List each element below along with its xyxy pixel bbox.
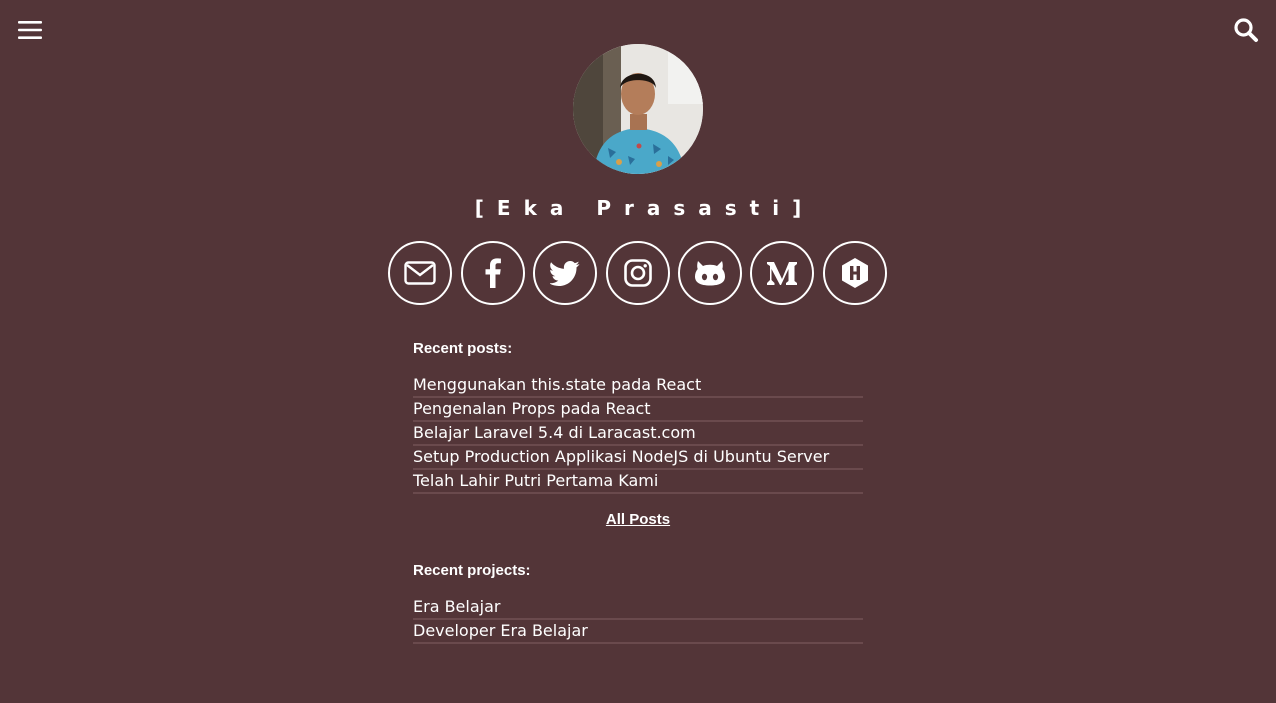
facebook-icon: [485, 258, 501, 288]
post-link[interactable]: Pengenalan Props pada React: [413, 398, 863, 422]
medium-button[interactable]: [750, 241, 814, 305]
twitter-icon: [550, 260, 580, 286]
project-link[interactable]: Developer Era Belajar: [413, 620, 863, 644]
recent-projects-title: Recent projects:: [413, 562, 531, 579]
post-link[interactable]: Setup Production Applikasi NodeJS di Ubu…: [413, 446, 863, 470]
github-button[interactable]: [678, 241, 742, 305]
profile-photo: [573, 44, 703, 174]
profile-name: [Eka Prasasti]: [474, 196, 815, 220]
hashnode-button[interactable]: [823, 241, 887, 305]
hashnode-icon: [842, 258, 868, 288]
github-icon: [695, 261, 725, 286]
post-link[interactable]: Belajar Laravel 5.4 di Laracast.com: [413, 422, 863, 446]
all-posts-link[interactable]: All Posts: [606, 511, 670, 528]
email-button[interactable]: [388, 241, 452, 305]
search-icon: [1234, 18, 1258, 42]
all-posts-container: All Posts: [0, 511, 1276, 528]
social-links: [388, 241, 888, 307]
twitter-button[interactable]: [533, 241, 597, 305]
post-link[interactable]: Menggunakan this.state pada React: [413, 374, 863, 398]
project-link[interactable]: Era Belajar: [413, 596, 863, 620]
instagram-button[interactable]: [606, 241, 670, 305]
hamburger-menu-icon: [18, 21, 42, 39]
recent-projects-list: Era Belajar Developer Era Belajar: [413, 596, 863, 644]
medium-icon: [767, 262, 797, 285]
search-button[interactable]: [1230, 14, 1262, 46]
recent-posts-list: Menggunakan this.state pada React Pengen…: [413, 374, 863, 494]
facebook-button[interactable]: [461, 241, 525, 305]
recent-posts-title: Recent posts:: [413, 340, 513, 357]
instagram-icon: [624, 259, 652, 287]
post-link[interactable]: Telah Lahir Putri Pertama Kami: [413, 470, 863, 494]
menu-button[interactable]: [14, 14, 46, 46]
envelope-icon: [404, 261, 436, 285]
